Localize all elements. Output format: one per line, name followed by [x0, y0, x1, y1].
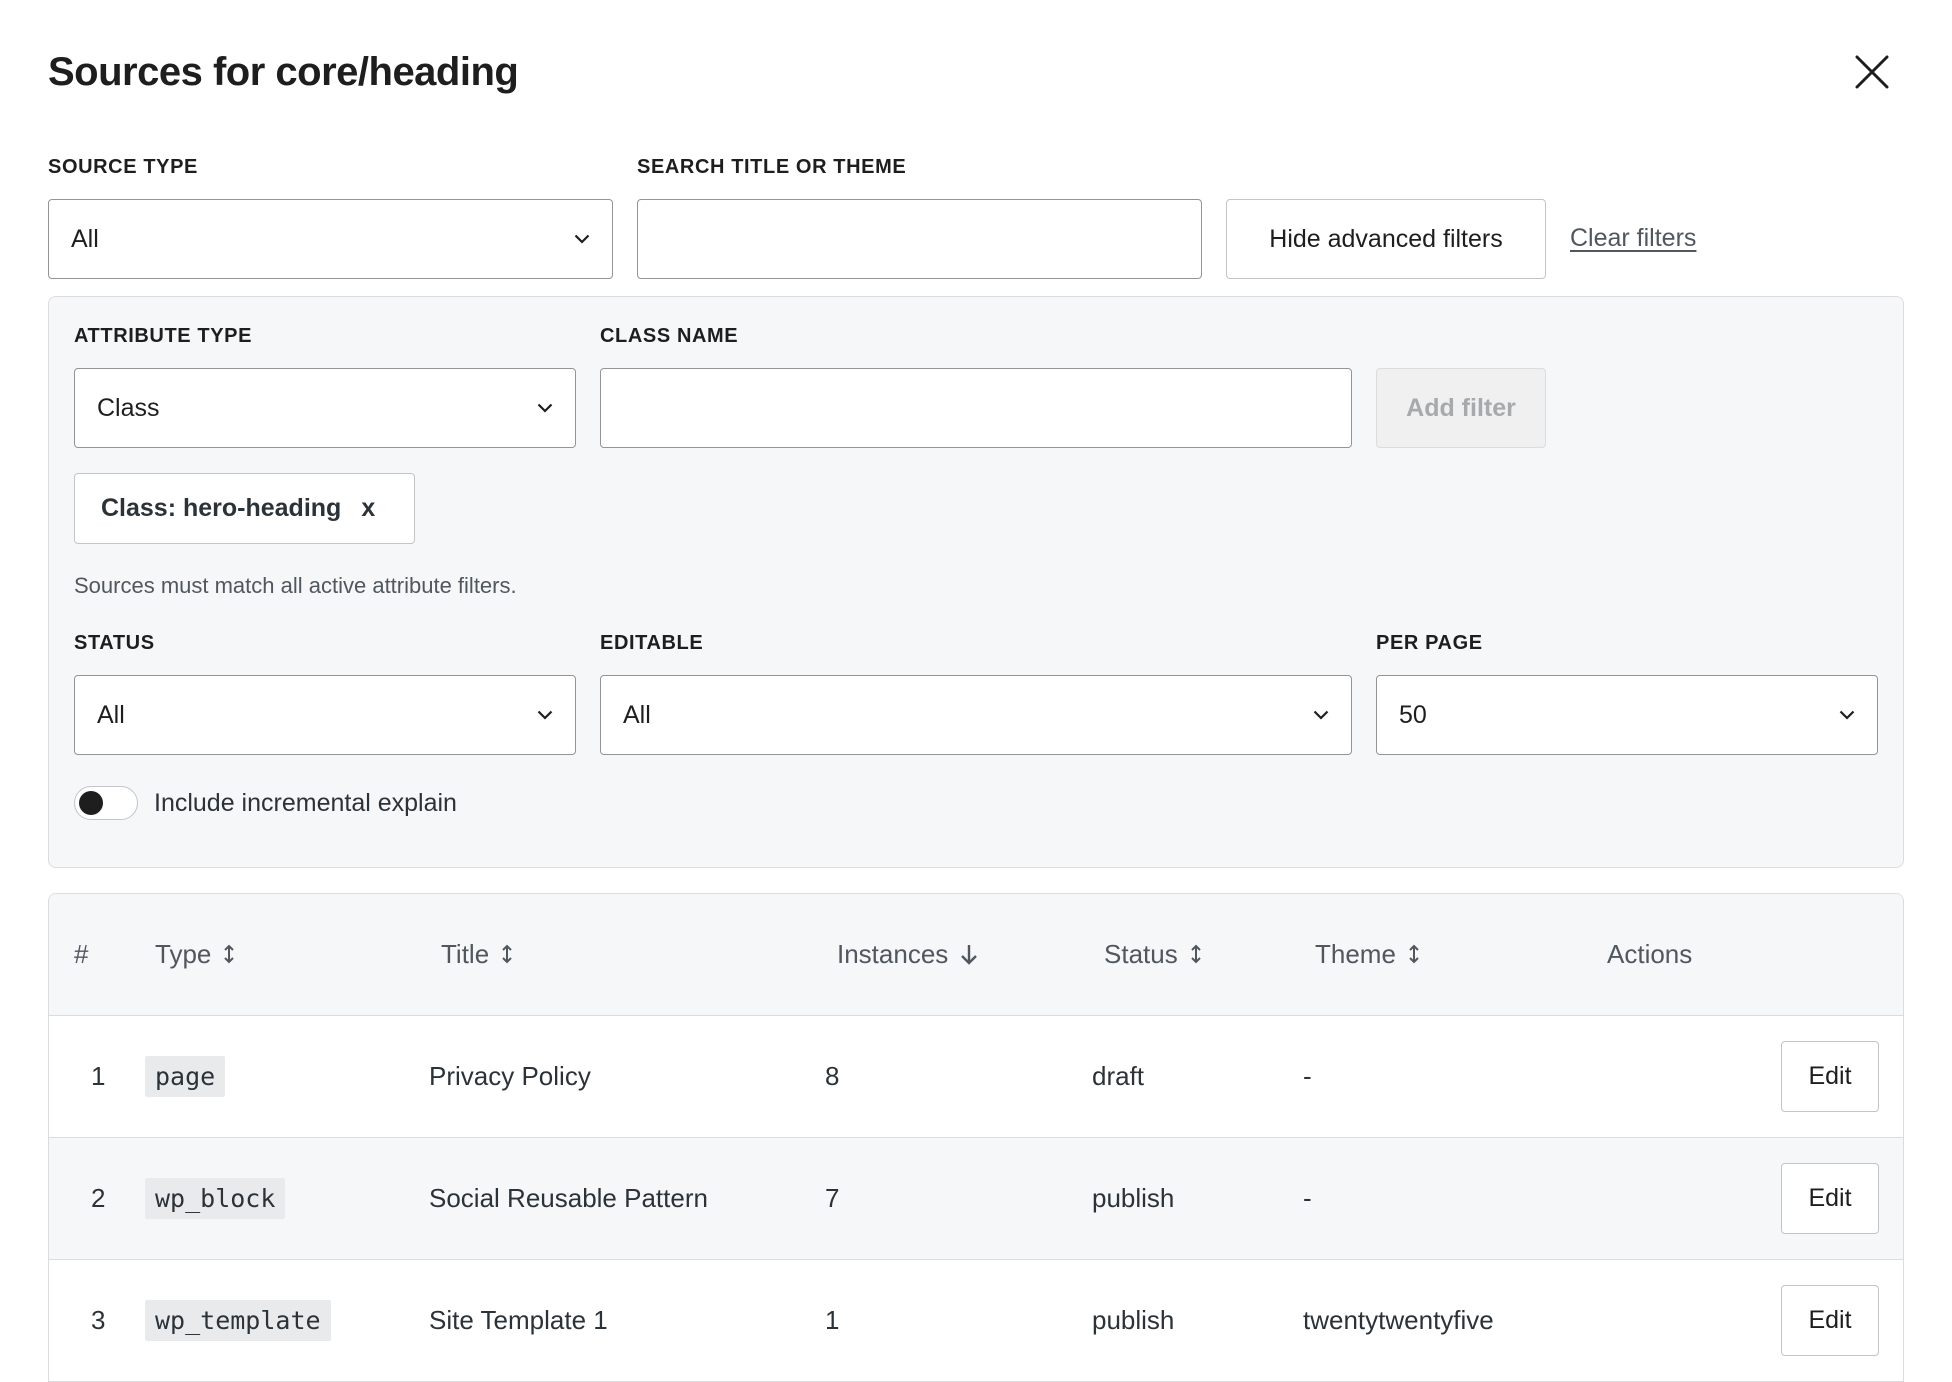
- class-name-label: CLASS NAME: [600, 325, 739, 347]
- sources-dialog: Sources for core/heading SOURCE TYPE All…: [0, 0, 1952, 1382]
- chevron-down-icon: [537, 710, 553, 720]
- attribute-type-value: Class: [97, 393, 160, 422]
- row-instances: 8: [825, 1060, 840, 1091]
- active-filter-chip-label: Class: hero-heading: [101, 494, 342, 522]
- per-page-select[interactable]: 50: [1376, 675, 1878, 755]
- edit-button[interactable]: Edit: [1781, 1041, 1879, 1112]
- row-theme: -: [1303, 1182, 1312, 1213]
- incremental-explain-label: Include incremental explain: [154, 789, 457, 817]
- row-title: Privacy Policy: [429, 1060, 591, 1091]
- column-header-theme-label: Theme: [1315, 939, 1396, 969]
- column-header-index-label: #: [74, 939, 89, 969]
- edit-button[interactable]: Edit: [1781, 1163, 1879, 1234]
- sort-descending-icon: [961, 945, 978, 965]
- column-header-instances[interactable]: Instances: [837, 936, 978, 972]
- row-status: publish: [1092, 1304, 1175, 1335]
- hide-advanced-filters-button[interactable]: Hide advanced filters: [1226, 199, 1546, 279]
- column-header-status[interactable]: Status: [1104, 936, 1202, 972]
- add-filter-button[interactable]: Add filter: [1376, 368, 1546, 448]
- row-status: publish: [1092, 1182, 1175, 1213]
- column-header-type-label: Type: [155, 939, 212, 969]
- chevron-down-icon: [537, 403, 553, 413]
- column-header-type[interactable]: Type: [155, 936, 235, 972]
- column-header-actions-label: Actions: [1607, 939, 1693, 969]
- per-page-label: PER PAGE: [1376, 632, 1483, 654]
- sources-table: # Type Title Instances Status Theme Acti…: [48, 893, 1904, 1382]
- table-row: 3 wp_template Site Template 1 1 publish …: [49, 1260, 1903, 1382]
- source-type-value: All: [71, 224, 99, 253]
- row-instances: 7: [825, 1182, 840, 1213]
- search-input[interactable]: [637, 199, 1202, 279]
- incremental-explain-toggle[interactable]: [74, 786, 138, 820]
- editable-label: EDITABLE: [600, 632, 704, 654]
- remove-filter-button[interactable]: x: [361, 494, 375, 523]
- status-select[interactable]: All: [74, 675, 576, 755]
- column-header-instances-label: Instances: [837, 939, 949, 969]
- close-icon: [1855, 55, 1889, 89]
- table-row: 1 page Privacy Policy 8 draft - Edit: [49, 1016, 1903, 1138]
- row-title: Site Template 1: [429, 1304, 608, 1335]
- row-theme: twentytwentyfive: [1303, 1304, 1494, 1335]
- editable-select[interactable]: All: [600, 675, 1352, 755]
- attribute-filters-helper-text: Sources must match all active attribute …: [74, 573, 517, 598]
- toggle-knob: [79, 791, 103, 815]
- row-index: 1: [91, 1060, 106, 1091]
- status-label: STATUS: [74, 632, 155, 654]
- chevron-down-icon: [1313, 710, 1329, 720]
- column-header-status-label: Status: [1104, 939, 1178, 969]
- row-index: 2: [91, 1182, 106, 1213]
- sort-icon: [224, 944, 235, 964]
- search-label: SEARCH TITLE OR THEME: [637, 156, 907, 178]
- chevron-down-icon: [574, 234, 590, 244]
- column-header-title-label: Title: [441, 939, 490, 969]
- class-name-input[interactable]: [600, 368, 1352, 448]
- per-page-value: 50: [1399, 700, 1427, 729]
- chevron-down-icon: [1839, 710, 1855, 720]
- row-instances: 1: [825, 1304, 840, 1335]
- active-filter-chip: Class: hero-heading x: [74, 473, 415, 544]
- source-type-label: SOURCE TYPE: [48, 156, 198, 178]
- status-value: All: [97, 700, 125, 729]
- row-theme: -: [1303, 1060, 1312, 1091]
- column-header-index: #: [74, 936, 88, 972]
- row-status: draft: [1092, 1060, 1145, 1091]
- close-button[interactable]: [1846, 46, 1898, 98]
- sort-icon: [1191, 944, 1201, 964]
- column-header-theme[interactable]: Theme: [1315, 936, 1420, 972]
- row-type: wp_template: [145, 1299, 331, 1341]
- attribute-type-label: ATTRIBUTE TYPE: [74, 325, 253, 347]
- clear-filters-link[interactable]: Clear filters: [1570, 224, 1696, 253]
- dialog-title: Sources for core/heading: [48, 50, 519, 94]
- sort-icon: [502, 944, 512, 964]
- column-header-title[interactable]: Title: [441, 936, 513, 972]
- table-row: 2 wp_block Social Reusable Pattern 7 pub…: [49, 1138, 1903, 1260]
- row-title: Social Reusable Pattern: [429, 1182, 708, 1213]
- column-header-actions: Actions: [1607, 936, 1692, 972]
- source-type-select[interactable]: All: [48, 199, 613, 279]
- row-index: 3: [91, 1304, 106, 1335]
- row-type: wp_block: [145, 1177, 286, 1219]
- row-type: page: [145, 1055, 226, 1097]
- editable-value: All: [623, 700, 651, 729]
- edit-button[interactable]: Edit: [1781, 1285, 1879, 1356]
- table-header: # Type Title Instances Status Theme Acti…: [49, 894, 1903, 1016]
- attribute-type-select[interactable]: Class: [74, 368, 576, 448]
- sort-icon: [1409, 944, 1419, 964]
